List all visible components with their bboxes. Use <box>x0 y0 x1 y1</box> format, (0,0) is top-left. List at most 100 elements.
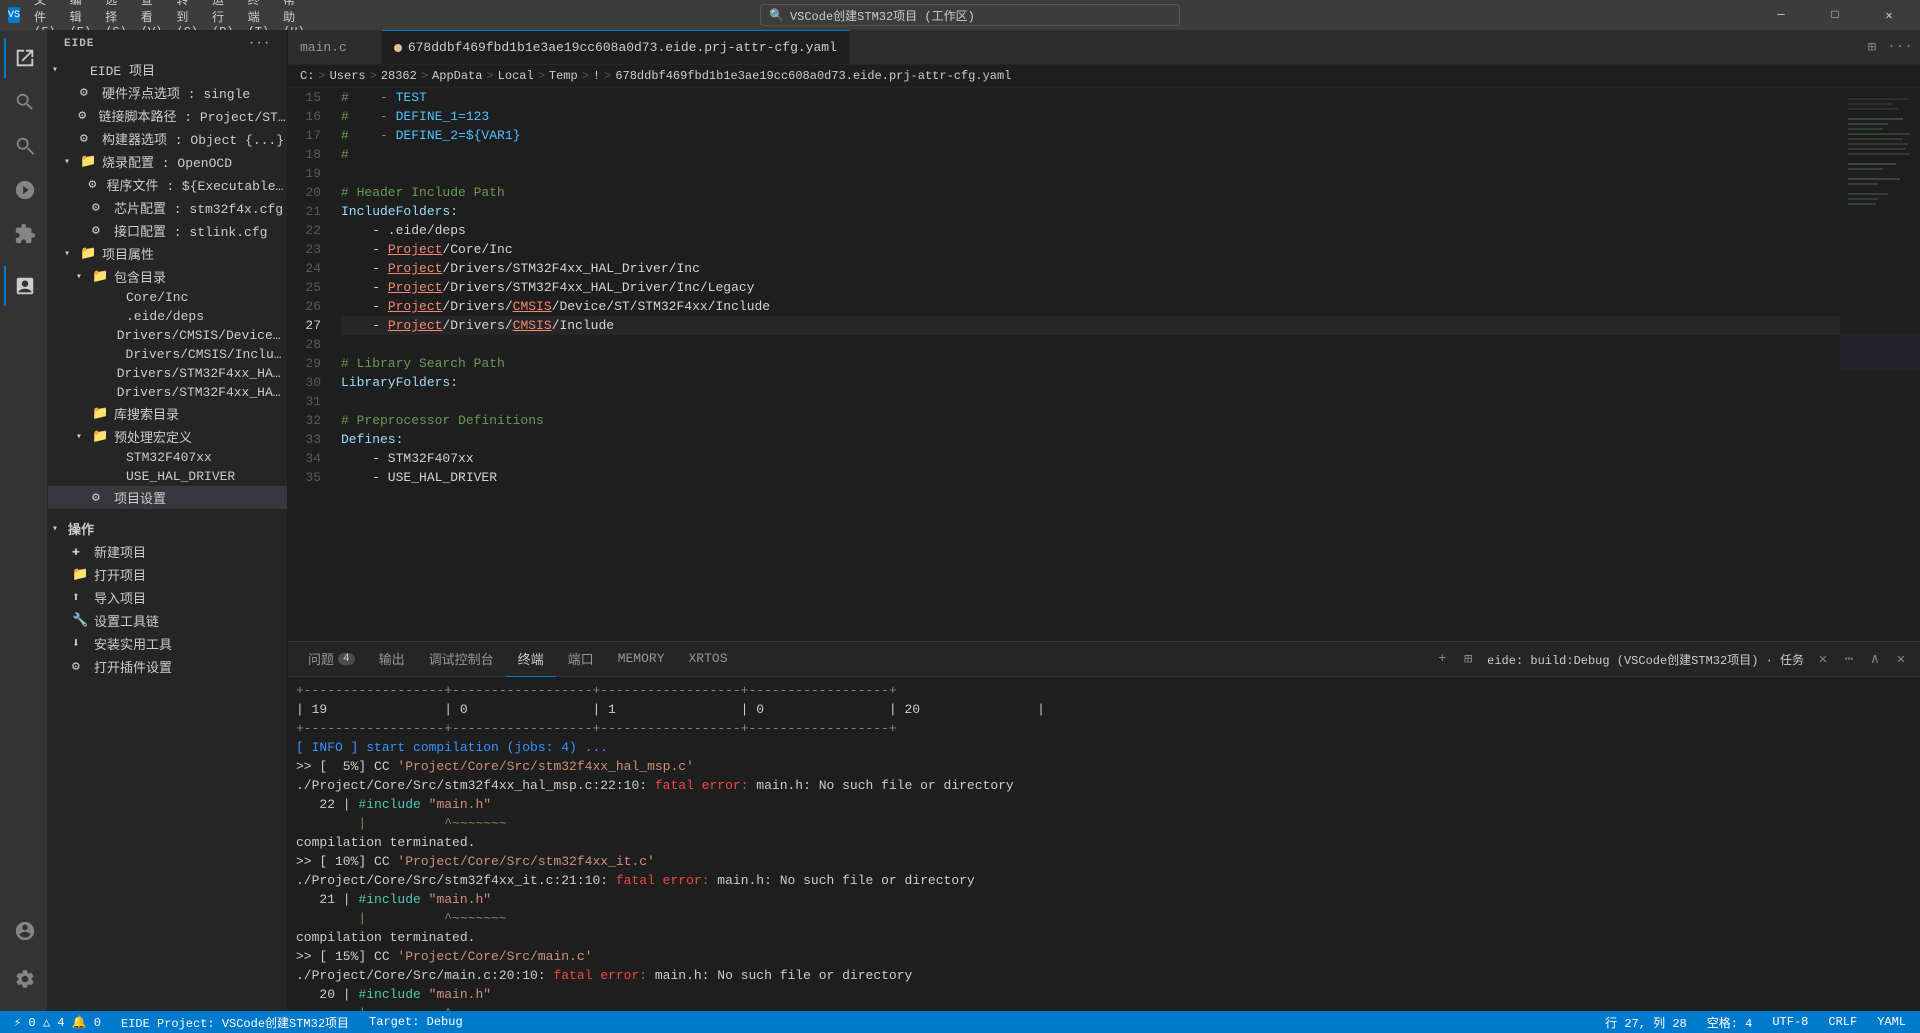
code-line: - USE_HAL_DRIVER <box>341 468 1840 487</box>
activity-eide[interactable] <box>4 266 44 306</box>
editor-tab[interactable]: main.c✕ <box>288 30 382 65</box>
maximize-button[interactable]: □ <box>1812 0 1858 30</box>
breadcrumb-part[interactable]: Temp <box>549 69 578 83</box>
tab-actions: ⊞ ··· <box>1860 35 1920 59</box>
sidebar-item[interactable]: ⚙程序文件 : ${ExecutableName...} <box>48 173 287 196</box>
search-box[interactable]: 🔍 VSCode创建STM32项目 (工作区) <box>760 4 1180 26</box>
sidebar-item[interactable]: USE_HAL_DRIVER <box>48 467 287 486</box>
status-item[interactable]: Target: Debug <box>363 1011 469 1033</box>
sidebar-item[interactable]: .eide/deps <box>48 307 287 326</box>
activity-search[interactable] <box>4 82 44 122</box>
activity-extensions[interactable] <box>4 214 44 254</box>
line-number: 17 <box>296 126 321 145</box>
split-terminal-button[interactable]: ⊞ <box>1457 648 1479 670</box>
status-item[interactable]: CRLF <box>1822 1011 1863 1033</box>
operation-item[interactable]: 🔧设置工具链 <box>48 609 287 632</box>
panel-tab[interactable]: 调试控制台 <box>417 642 506 677</box>
split-editor-button[interactable]: ⊞ <box>1860 35 1884 59</box>
panel-badge: 4 <box>338 653 355 665</box>
panel-tab[interactable]: MEMORY <box>606 642 677 677</box>
code-line: # - DEFINE_1=123 <box>341 107 1840 126</box>
code-content[interactable]: # - TEST# - DEFINE_1=123# - DEFINE_2=${V… <box>333 88 1840 641</box>
operation-item[interactable]: ⬆导入项目 <box>48 586 287 609</box>
sidebar-item[interactable]: Drivers/STM32F4xx_HAL_Drive... <box>48 383 287 402</box>
sidebar-item[interactable]: ⚙项目设置 <box>48 486 287 509</box>
new-terminal-button[interactable]: + <box>1431 648 1453 670</box>
breadcrumb-part[interactable]: 28362 <box>381 69 417 83</box>
breadcrumb-part[interactable]: Users <box>330 69 366 83</box>
sidebar-item[interactable]: ▾📁预处理宏定义 <box>48 425 287 448</box>
status-item[interactable]: EIDE Project: VSCode创建STM32项目 <box>115 1011 355 1033</box>
kill-terminal-button[interactable]: ✕ <box>1812 648 1834 670</box>
breadcrumb-part[interactable]: 678ddbf469fbd1b1e3ae19cc608a0d73.eide.pr… <box>615 69 1011 83</box>
editor-tab[interactable]: 678ddbf469fbd1b1e3ae19cc608a0d73.eide.pr… <box>382 30 850 65</box>
breadcrumb-part[interactable]: ! <box>593 69 600 83</box>
sidebar-more-icon[interactable]: ··· <box>248 38 271 50</box>
sidebar-item[interactable]: ▾📁包含目录 <box>48 265 287 288</box>
sidebar-item[interactable]: Drivers/STM32F4xx_HAL_Drive... <box>48 364 287 383</box>
panel-content[interactable]: +------------------+------------------+-… <box>288 677 1920 1011</box>
status-item[interactable]: 空格: 4 <box>1701 1011 1759 1033</box>
op-icon: ✚ <box>72 544 90 559</box>
status-item[interactable]: ⚡ 0 △ 4 🔔 0 <box>8 1011 107 1033</box>
op-label: 打开项目 <box>94 565 146 584</box>
panel-tab[interactable]: 问题4 <box>296 642 367 677</box>
sidebar-item[interactable]: ⚙硬件浮点选项 : single <box>48 81 287 104</box>
terminal-line: ./Project/Core/Src/stm32f4xx_it.c:21:10:… <box>296 872 1912 890</box>
terminal-line: ./Project/Core/Src/main.c:20:10: fatal e… <box>296 967 1912 985</box>
sidebar-item[interactable]: STM32F407xx <box>48 448 287 467</box>
operation-item[interactable]: 📁打开项目 <box>48 563 287 586</box>
activity-explorer[interactable] <box>4 38 44 78</box>
sidebar-item[interactable]: ⚙芯片配置 : stm32f4x.cfg <box>48 196 287 219</box>
sidebar-content: ▾EIDE 项目⚙硬件浮点选项 : single⚙链接脚本路径 : Projec… <box>48 58 287 1011</box>
operation-item[interactable]: ⚙打开插件设置 <box>48 655 287 678</box>
sidebar-item[interactable]: Core/Inc <box>48 288 287 307</box>
minimap <box>1840 88 1920 641</box>
item-icon: ⚙ <box>92 200 110 215</box>
status-item[interactable]: YAML <box>1871 1011 1912 1033</box>
panel-tab[interactable]: 输出 <box>367 642 417 677</box>
code-line: # - DEFINE_2=${VAR1} <box>341 126 1840 145</box>
op-label: 安装实用工具 <box>94 634 172 653</box>
status-item[interactable]: UTF-8 <box>1766 1011 1814 1033</box>
activity-account[interactable] <box>4 911 44 951</box>
sidebar-item[interactable]: 📁库搜索目录 <box>48 402 287 425</box>
panel-tab[interactable]: 端口 <box>556 642 606 677</box>
item-label: 项目属性 <box>102 244 154 263</box>
panel-tab-label: 端口 <box>568 649 594 668</box>
sidebar-item[interactable]: Drivers/CMSIS/Include <box>48 345 287 364</box>
panel-tab[interactable]: 终端 <box>506 642 556 677</box>
breadcrumb-part: > <box>538 69 545 83</box>
status-item[interactable]: 行 27, 列 28 <box>1599 1011 1693 1033</box>
operation-item[interactable]: ⬇安装实用工具 <box>48 632 287 655</box>
sidebar-item[interactable]: Drivers/CMSIS/Device/ST/STM... <box>48 326 287 345</box>
maximize-panel-button[interactable]: ∧ <box>1864 648 1886 670</box>
breadcrumb-part[interactable]: C: <box>300 69 314 83</box>
sidebar-item[interactable]: ⚙接口配置 : stlink.cfg <box>48 219 287 242</box>
more-actions-button[interactable]: ··· <box>1888 35 1912 59</box>
activity-source-control[interactable] <box>4 126 44 166</box>
sidebar-item[interactable]: ▾📁项目属性 <box>48 242 287 265</box>
activity-debug[interactable] <box>4 170 44 210</box>
path: /Drivers/ <box>442 318 512 333</box>
terminal-line: +------------------+------------------+-… <box>296 720 1912 738</box>
breadcrumb-part[interactable]: Local <box>498 69 534 83</box>
comment: # - <box>341 128 396 143</box>
line-number: 16 <box>296 107 321 126</box>
close-panel-button[interactable]: ✕ <box>1890 648 1912 670</box>
sidebar-item[interactable]: ▾EIDE 项目 <box>48 58 287 81</box>
sidebar-item[interactable]: ▾📁烧录配置 : OpenOCD <box>48 150 287 173</box>
ops-header: ▾操作 <box>48 517 287 540</box>
minimize-button[interactable]: ─ <box>1758 0 1804 30</box>
sidebar-item[interactable]: ⚙链接脚本路径 : Project/STM... <box>48 104 287 127</box>
activity-settings[interactable] <box>4 959 44 999</box>
close-button[interactable]: ✕ <box>1866 0 1912 30</box>
restore-panel-button[interactable]: ⋯ <box>1838 648 1860 670</box>
operation-item[interactable]: ✚新建项目 <box>48 540 287 563</box>
breadcrumb-part[interactable]: AppData <box>432 69 482 83</box>
op-icon: ⚙ <box>72 659 90 674</box>
panel-tab[interactable]: XRTOS <box>677 642 740 677</box>
panel-tab-label: 终端 <box>518 649 544 668</box>
sidebar-item[interactable]: ⚙构建器选项 : Object {...} <box>48 127 287 150</box>
title-bar-center: 🔍 VSCode创建STM32项目 (工作区) <box>208 4 1732 26</box>
